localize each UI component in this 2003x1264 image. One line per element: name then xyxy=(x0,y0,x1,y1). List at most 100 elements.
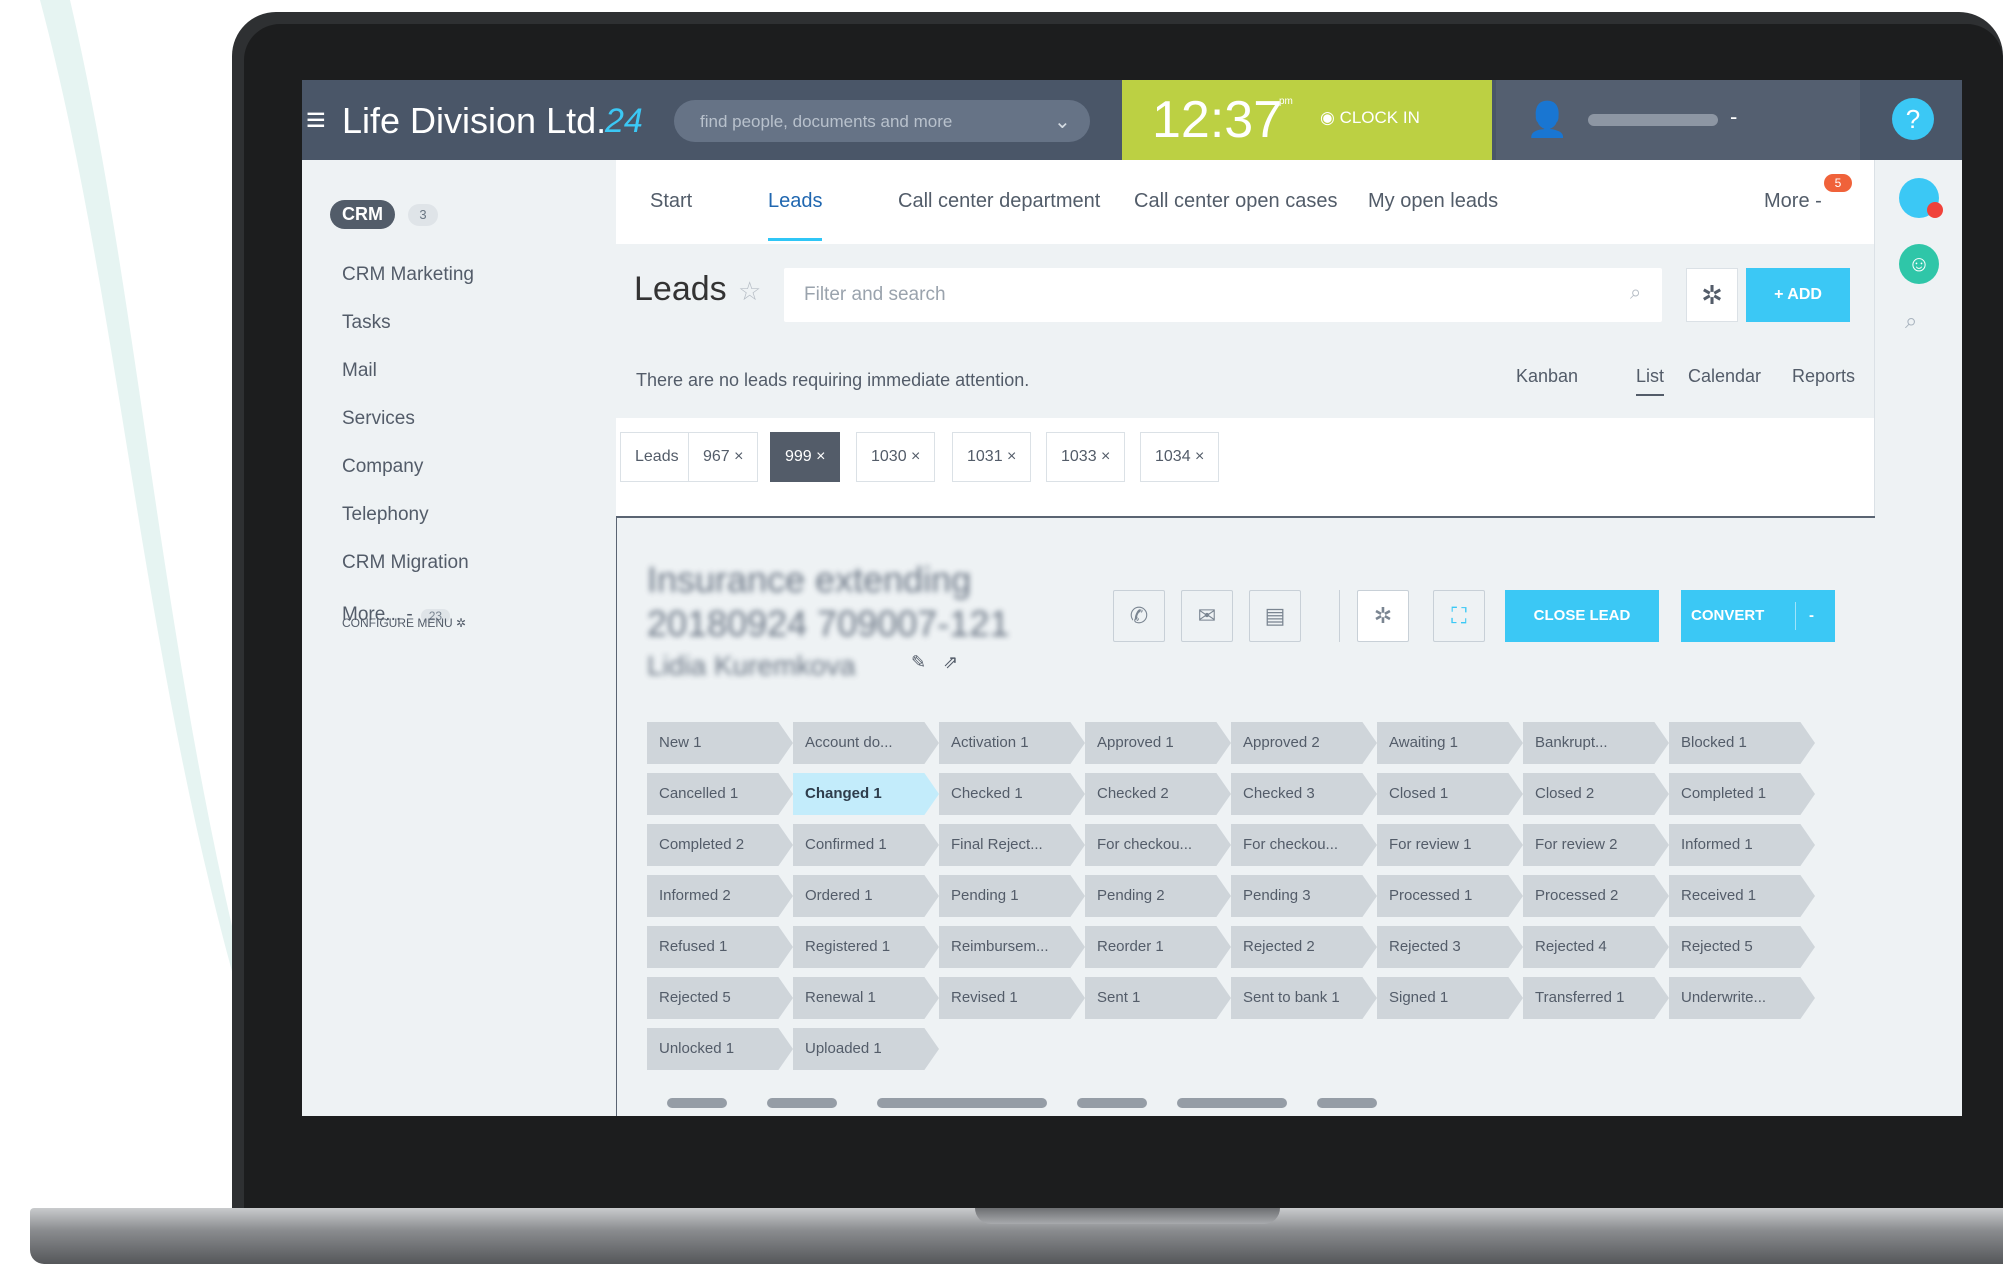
stage-item[interactable]: Cancelled 1 xyxy=(647,773,793,815)
brand-name[interactable]: Life Division Ltd. xyxy=(342,100,606,142)
convert-button[interactable]: CONVERT - xyxy=(1681,590,1835,642)
stage-item[interactable]: Revised 1 xyxy=(939,977,1085,1019)
lead-tab[interactable]: 1031 × xyxy=(952,432,1032,482)
stage-item[interactable]: For checkou... xyxy=(1085,824,1231,866)
stage-item[interactable]: Completed 2 xyxy=(647,824,793,866)
stage-item[interactable]: Unlocked 1 xyxy=(647,1028,793,1070)
tab-my-open-leads[interactable]: My open leads xyxy=(1368,190,1498,213)
detail-tab[interactable] xyxy=(767,1098,837,1108)
stage-item[interactable]: Blocked 1 xyxy=(1669,722,1815,764)
stage-item[interactable]: Account do... xyxy=(793,722,939,764)
message-button[interactable]: ▤ xyxy=(1249,590,1301,642)
stage-item[interactable]: Received 1 xyxy=(1669,875,1815,917)
stage-item[interactable]: Rejected 5 xyxy=(1669,926,1815,968)
stage-item[interactable]: Activation 1 xyxy=(939,722,1085,764)
tab-call-center-open-cases[interactable]: Call center open cases xyxy=(1134,190,1337,213)
stage-item[interactable]: Processed 1 xyxy=(1377,875,1523,917)
tab-more[interactable]: More - xyxy=(1764,190,1822,213)
stage-item[interactable]: Underwrite... xyxy=(1669,977,1815,1019)
edit-icon[interactable]: ✎ xyxy=(911,652,926,673)
stage-item[interactable]: Approved 1 xyxy=(1085,722,1231,764)
detail-tab[interactable] xyxy=(667,1098,727,1108)
lead-tab[interactable]: 1034 × xyxy=(1140,432,1220,482)
detail-tab[interactable] xyxy=(1317,1098,1377,1108)
stage-item[interactable]: Sent to bank 1 xyxy=(1231,977,1377,1019)
lead-tab[interactable]: 967 × xyxy=(688,432,759,482)
sidebar-item-services[interactable]: Services xyxy=(342,408,415,430)
stage-item[interactable]: Rejected 4 xyxy=(1523,926,1669,968)
stage-item[interactable]: Checked 1 xyxy=(939,773,1085,815)
stage-item[interactable]: Final Reject... xyxy=(939,824,1085,866)
lead-tab[interactable]: 1030 × xyxy=(856,432,936,482)
stage-item[interactable]: Ordered 1 xyxy=(793,875,939,917)
stage-item[interactable]: Confirmed 1 xyxy=(793,824,939,866)
search-icon[interactable]: ⌕ xyxy=(1905,308,1917,334)
stage-item[interactable]: Renewal 1 xyxy=(793,977,939,1019)
add-button[interactable]: + ADD xyxy=(1746,268,1850,322)
stage-item[interactable]: Pending 3 xyxy=(1231,875,1377,917)
stage-item[interactable]: Transferred 1 xyxy=(1523,977,1669,1019)
stage-item[interactable]: For checkou... xyxy=(1231,824,1377,866)
sidebar-item-company[interactable]: Company xyxy=(342,456,423,478)
convert-caret-icon[interactable]: - xyxy=(1809,590,1814,642)
stage-item[interactable]: Processed 2 xyxy=(1523,875,1669,917)
user-menu[interactable]: 👤 - xyxy=(1496,80,1860,160)
stage-item[interactable]: Registered 1 xyxy=(793,926,939,968)
tab-leads[interactable]: Leads xyxy=(768,190,823,213)
stage-item[interactable]: Changed 1 xyxy=(793,773,939,815)
detail-tab[interactable] xyxy=(1077,1098,1147,1108)
sidebar-item-crm-marketing[interactable]: CRM Marketing xyxy=(342,264,474,286)
stage-item[interactable]: For review 1 xyxy=(1377,824,1523,866)
stage-item[interactable]: Approved 2 xyxy=(1231,722,1377,764)
settings-button[interactable]: ✲ xyxy=(1686,268,1738,322)
clock-panel[interactable]: 12:37 pm ◉ CLOCK IN xyxy=(1122,80,1492,160)
lead-tab-active[interactable]: 999 × xyxy=(770,432,841,482)
lead-settings-button[interactable]: ✲ xyxy=(1357,590,1409,642)
stage-item[interactable]: Refused 1 xyxy=(647,926,793,968)
chat-icon[interactable]: ☺ xyxy=(1899,244,1939,284)
stage-item[interactable]: Reorder 1 xyxy=(1085,926,1231,968)
lead-tab[interactable]: 1033 × xyxy=(1046,432,1126,482)
view-reports[interactable]: Reports xyxy=(1792,366,1855,387)
stage-item[interactable]: Rejected 3 xyxy=(1377,926,1523,968)
sidebar-item-tasks[interactable]: Tasks xyxy=(342,312,391,334)
stage-item[interactable]: Completed 1 xyxy=(1669,773,1815,815)
lead-tab-leads[interactable]: Leads xyxy=(620,432,694,482)
view-list[interactable]: List xyxy=(1636,366,1664,387)
stage-item[interactable]: Sent 1 xyxy=(1085,977,1231,1019)
tab-start[interactable]: Start xyxy=(650,190,692,213)
stage-item[interactable]: Checked 2 xyxy=(1085,773,1231,815)
stage-item[interactable]: Bankrupt... xyxy=(1523,722,1669,764)
stage-item[interactable]: Rejected 2 xyxy=(1231,926,1377,968)
sidebar-item-telephony[interactable]: Telephony xyxy=(342,504,429,526)
sidebar-item-mail[interactable]: Mail xyxy=(342,360,377,382)
email-button[interactable]: ✉ xyxy=(1181,590,1233,642)
configure-menu-button[interactable]: CONFIGURE MENU ✲ xyxy=(342,616,466,630)
sidebar-crm[interactable]: CRM xyxy=(330,200,395,229)
stage-item[interactable]: Closed 2 xyxy=(1523,773,1669,815)
detail-tab[interactable] xyxy=(1177,1098,1287,1108)
stage-item[interactable]: Informed 1 xyxy=(1669,824,1815,866)
filter-search-input[interactable]: Filter and search ⌕ xyxy=(784,268,1662,322)
tab-call-center-department[interactable]: Call center department xyxy=(898,190,1100,213)
menu-icon[interactable]: ≡ xyxy=(306,103,326,137)
close-lead-button[interactable]: CLOSE LEAD xyxy=(1505,590,1659,642)
star-icon[interactable]: ☆ xyxy=(738,276,761,307)
stage-item[interactable]: For review 2 xyxy=(1523,824,1669,866)
link-icon[interactable]: ⇗ xyxy=(943,652,958,673)
stage-item[interactable]: Rejected 5 xyxy=(647,977,793,1019)
sidebar-item-crm-migration[interactable]: CRM Migration xyxy=(342,552,469,574)
global-search-input[interactable]: find people, documents and more ⌄ xyxy=(674,100,1090,142)
stage-item[interactable]: Uploaded 1 xyxy=(793,1028,939,1070)
stage-item[interactable]: Signed 1 xyxy=(1377,977,1523,1019)
call-button[interactable]: ✆ xyxy=(1113,590,1165,642)
detail-tab[interactable] xyxy=(877,1098,1047,1108)
clock-in-button[interactable]: ◉ CLOCK IN xyxy=(1320,108,1420,128)
view-calendar[interactable]: Calendar xyxy=(1688,366,1761,387)
stage-item[interactable]: Informed 2 xyxy=(647,875,793,917)
stage-item[interactable]: Awaiting 1 xyxy=(1377,722,1523,764)
microphone-icon[interactable]: ⌄ xyxy=(1054,109,1071,134)
expand-button[interactable]: ⛶ xyxy=(1433,590,1485,642)
help-button[interactable]: ? xyxy=(1892,98,1934,140)
stage-item[interactable]: Pending 1 xyxy=(939,875,1085,917)
